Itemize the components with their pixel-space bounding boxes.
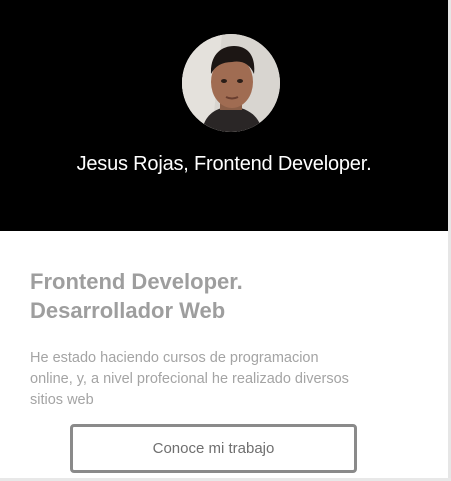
hero-banner: Jesus Rojas, Frontend Developer.	[0, 0, 448, 231]
portfolio-page: Jesus Rojas, Frontend Developer. Fronten…	[0, 0, 451, 481]
heading-line-1: Frontend Developer.	[30, 269, 243, 294]
heading-line-2: Desarrollador Web	[30, 298, 226, 323]
intro-description: He estado haciendo cursos de programacio…	[30, 350, 349, 408]
profile-photo-icon	[182, 34, 280, 132]
section-heading: Frontend Developer. Desarrollador Web	[30, 267, 430, 325]
see-my-work-button[interactable]: Conoce mi trabajo	[70, 424, 357, 473]
hero-title: Jesus Rojas, Frontend Developer.	[76, 153, 372, 175]
profile-avatar	[182, 34, 280, 132]
